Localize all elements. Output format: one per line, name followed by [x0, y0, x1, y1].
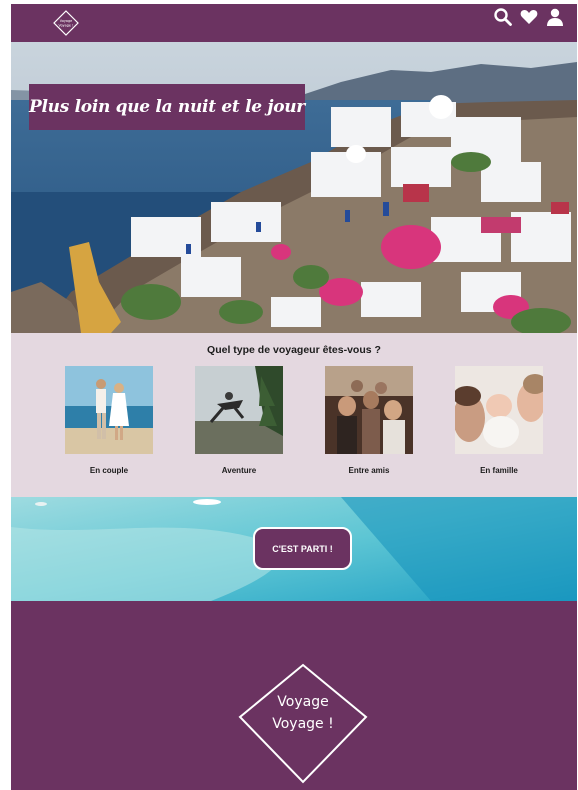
hero-title-box: Plus loin que la nuit et le jour — [29, 84, 305, 130]
footer-logo-line1: Voyage — [277, 694, 329, 710]
couple-photo — [65, 366, 153, 454]
top-header: Voyage Voyage ! — [11, 4, 577, 42]
hero-banner: Plus loin que la nuit et le jour — [11, 42, 577, 333]
search-icon[interactable] — [493, 7, 513, 27]
svg-text:Voyage: Voyage — [60, 19, 72, 23]
start-button[interactable]: C'EST PARTI ! — [253, 527, 352, 570]
adventure-photo — [195, 366, 283, 454]
traveler-section-title: Quel type de voyageur êtes-vous ? — [207, 344, 381, 356]
beach-banner: C'EST PARTI ! — [11, 497, 577, 601]
traveler-card-friends[interactable]: Entre amis — [325, 366, 413, 475]
friends-photo — [325, 366, 413, 454]
logo-diamond-icon: Voyage Voyage ! — [53, 10, 79, 36]
footer-logo-line2: Voyage ! — [272, 716, 334, 732]
user-icon[interactable] — [545, 7, 565, 27]
family-photo — [455, 366, 543, 454]
traveler-card-adventure[interactable]: Aventure — [195, 366, 283, 475]
traveler-card-label: En couple — [89, 466, 129, 475]
header-logo[interactable]: Voyage Voyage ! — [52, 9, 80, 37]
traveler-card-couple[interactable]: En couple — [65, 366, 153, 475]
traveler-card-label: Entre amis — [348, 466, 390, 475]
traveler-card-label: En famille — [480, 466, 518, 475]
svg-text:Voyage !: Voyage ! — [59, 24, 74, 28]
traveler-type-section: Quel type de voyageur êtes-vous ? En cou… — [11, 333, 577, 497]
heart-icon[interactable] — [519, 7, 539, 27]
traveler-card-label: Aventure — [221, 466, 257, 475]
header-icons — [493, 7, 565, 27]
traveler-card-family[interactable]: En famille — [455, 366, 543, 475]
footer: Voyage Voyage ! — [11, 601, 577, 790]
footer-logo[interactable]: Voyage Voyage ! — [235, 659, 371, 789]
page-frame: Voyage Voyage ! Plus loin que la nuit et… — [11, 4, 577, 790]
hero-title: Plus loin que la nuit et le jour — [29, 97, 305, 117]
footer-logo-text: Voyage Voyage ! — [235, 691, 371, 735]
